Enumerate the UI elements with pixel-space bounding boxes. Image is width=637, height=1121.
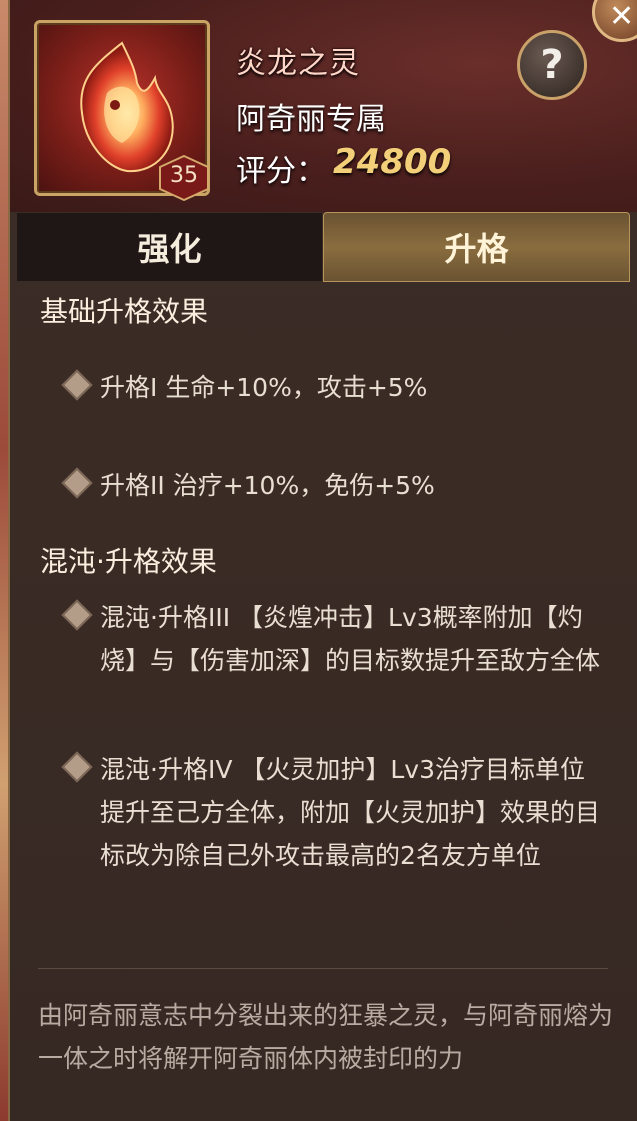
divider	[38, 968, 608, 969]
close-icon: ✕	[609, 0, 635, 34]
score-label: 评分：	[236, 154, 326, 189]
effect-text: 升格I 生命+10%，攻击+5%	[100, 373, 428, 402]
effect-text: 升格II 治疗+10%，免伤+5%	[100, 471, 435, 500]
diamond-icon	[61, 369, 93, 401]
effect-text: 混沌·升格III 【炎煌冲击】Lv3概率附加【灼烧】与【伤害加深】的目标数提升至…	[100, 603, 601, 675]
upgrade-content: 基础升格效果 升格I 生命+10%，攻击+5% 升格II 治疗+10%，免伤+5…	[16, 282, 630, 1121]
tab-enhance[interactable]: 强化	[16, 212, 323, 282]
basic-section-title: 基础升格效果	[40, 295, 209, 328]
level-value: 35	[170, 163, 198, 188]
effect-text: 混沌·升格IV 【火灵加护】Lv3治疗目标单位提升至己方全体，附加【火灵加护】效…	[100, 755, 601, 870]
diamond-icon	[61, 467, 93, 499]
item-name: 炎龙之灵	[236, 46, 360, 81]
score-value: 24800	[333, 142, 452, 182]
diamond-icon	[61, 599, 93, 631]
item-lore: 由阿奇丽意志中分裂出来的狂暴之灵，与阿奇丽熔为一体之时将解开阿奇丽体内被封印的力	[38, 1001, 614, 1073]
help-button[interactable]: ?	[517, 30, 587, 100]
level-badge: 35	[158, 155, 210, 201]
question-icon: ?	[540, 42, 564, 88]
diamond-icon	[61, 751, 93, 783]
item-owner: 阿奇丽专属	[236, 102, 386, 137]
tab-bar: 强化 升格	[16, 212, 630, 282]
tab-upgrade[interactable]: 升格	[323, 212, 630, 282]
item-header: 35 炎龙之灵 阿奇丽专属 评分： 24800 ?	[10, 0, 637, 212]
side-decoration	[0, 0, 8, 1121]
chaos-section-title: 混沌·升格效果	[40, 545, 217, 578]
